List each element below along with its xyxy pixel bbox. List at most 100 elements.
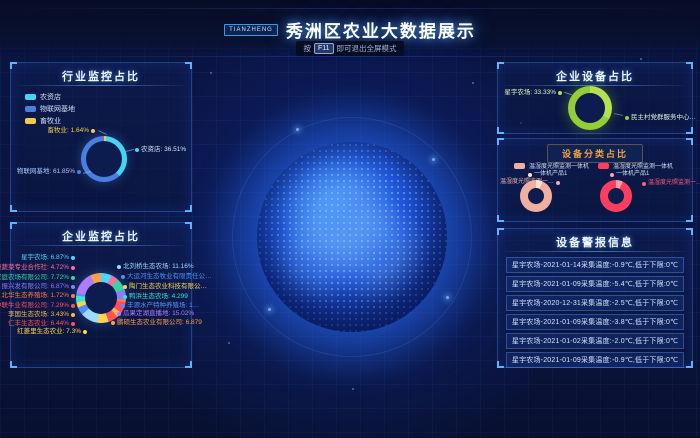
- globe-spark-dot: [296, 128, 299, 131]
- label-marker-dot: [123, 295, 127, 299]
- device-side-label: 温湿度光照监测一…: [642, 179, 700, 188]
- label-marker-dot: [77, 170, 81, 174]
- alarm-row: 星宇农场-2021-01-09采集温度:-0.9℃,低于下限:0℃: [506, 352, 684, 368]
- panel-industry-monitoring: 行业监控占比 农资店 物联网基地 畜牧业 畜牧业: 1.64% 农资店: 36.…: [10, 62, 192, 212]
- chart-label: 北华生态养殖场: 1.72%: [13, 291, 75, 300]
- label-marker-dot: [528, 173, 532, 177]
- alarm-row: 星宇农场-2020-12-31采集温度:-2.5℃,低于下限:0℃: [506, 295, 684, 311]
- title-underline: [505, 251, 685, 252]
- label-marker-dot: [135, 148, 139, 152]
- label-marker-dot: [558, 91, 562, 95]
- chart-label: 民主村党群服务中心…: [625, 113, 696, 122]
- legend-item: 温湿度光照监测一体机: [598, 161, 673, 170]
- globe-visualization: [257, 142, 447, 332]
- device-class-donut-red[interactable]: [600, 180, 632, 212]
- legend-swatch: [598, 163, 609, 169]
- legend-label: 畜牧业: [40, 116, 61, 126]
- label-marker-dot: [642, 182, 646, 186]
- chart-label-livestock: 畜牧业: 1.64%: [25, 126, 95, 135]
- alarm-row: 星宇农场-2021-01-09采集温度:-3.8℃,低于下限:0℃: [506, 314, 684, 330]
- alarm-row: 星宇农场-2021-01-09采集温度:-5.4℃,低于下限:0℃: [506, 276, 684, 292]
- alarm-row: 星宇农场-2021-01-02采集温度:-2.0℃,低于下限:0℃: [506, 333, 684, 349]
- label-marker-dot: [71, 266, 75, 270]
- hint-suffix: 即可退出全屏模式: [337, 43, 397, 54]
- label-marker-dot: [111, 321, 115, 325]
- chart-label: 李国生态农场: 3.43%: [13, 310, 75, 319]
- legend-label: 农资店: [40, 92, 61, 102]
- label-marker-dot: [71, 322, 75, 326]
- panel-title: 行业监控占比: [11, 68, 191, 84]
- legend-label: 物联网基地: [40, 104, 75, 114]
- label-marker-dot: [117, 312, 121, 316]
- panel-equipment-ratio: 企业设备占比 星宇农场: 33.33% 民主村党群服务中心…: [497, 62, 693, 134]
- chart-label: 北刘桥生态农场: 11.16%: [117, 262, 194, 271]
- panel-device-alarms: 设备警报信息 星宇农场-2021-01-14采集温度:-0.9℃,低于下限:0℃…: [497, 228, 693, 368]
- label-marker-dot: [121, 304, 125, 308]
- label-marker-dot: [71, 313, 75, 317]
- bg-star: [228, 342, 230, 344]
- legend-item: 畜牧业: [25, 116, 61, 126]
- label-marker-dot: [123, 285, 127, 289]
- chart-label: 红菱里生态农业: 7.3%: [13, 327, 87, 336]
- globe-spark-dot: [268, 308, 271, 311]
- label-marker-dot: [121, 275, 125, 279]
- globe-spark-dot: [446, 296, 449, 299]
- chart-label: 新塍蔬菜专业合作社: 4.72%: [13, 263, 75, 272]
- label-marker-dot: [625, 116, 629, 120]
- equipment-donut-chart[interactable]: [568, 86, 612, 130]
- leader-line: [564, 92, 572, 95]
- label-marker-dot: [117, 265, 121, 269]
- panel-title: 企业设备占比: [498, 68, 692, 84]
- fullscreen-hint: 按 F11 即可退出全屏模式: [0, 41, 700, 56]
- chart-label-iot-base: 物联网基地: 61.85%: [15, 167, 81, 176]
- label-marker-dot: [83, 330, 87, 334]
- header-accent-line: [0, 8, 700, 9]
- chart-label-farm-store: 农资店: 36.51%: [135, 145, 186, 154]
- chart-label: 瓜果定湖直播地: 15.02%: [117, 309, 194, 318]
- legend-swatch: [25, 106, 36, 112]
- panel-title: 企业监控占比: [11, 228, 191, 244]
- chart-label: 振兴发有限公司: 6.87%: [13, 282, 75, 291]
- device-sub-label: 一体机产品1: [610, 170, 649, 179]
- header: TIANZHENG 秀洲区农业大数据展示: [0, 17, 700, 42]
- legend-item: 农资店: [25, 92, 61, 102]
- leader-line: [614, 113, 623, 116]
- chart-label: 鹏硕生态农业有限公司: 6.879: [111, 318, 202, 327]
- title-underline: [18, 245, 184, 246]
- hint-prefix: 按: [303, 43, 311, 54]
- label-marker-dot: [71, 304, 75, 308]
- label-marker-dot: [71, 294, 75, 298]
- globe-spark-dot: [432, 158, 435, 161]
- f11-keycap: F11: [314, 43, 334, 54]
- legend-swatch: [25, 94, 36, 100]
- bg-star: [472, 82, 474, 84]
- panel-title: 设备警报信息: [498, 234, 692, 250]
- panel-enterprise-monitoring: 企业监控占比 星宇农场: 6.87% 新塍蔬菜专业合作社: 4.72% 家庭农场…: [10, 222, 192, 368]
- chart-label: 大运河生态牧业有限责任公…: [121, 272, 212, 281]
- chart-label: 星宇农场: 6.87%: [13, 253, 75, 262]
- label-marker-dot: [71, 256, 75, 260]
- alarm-row: 星宇农场-2021-01-14采集温度:-0.9℃,低于下限:0℃: [506, 257, 684, 273]
- label-marker-dot: [71, 276, 75, 280]
- chart-label: 陶门生态农业科技有限公…: [123, 282, 207, 291]
- legend-swatch: [25, 118, 36, 124]
- chart-label: 家庭农场有限公司: 7.72%: [13, 273, 75, 282]
- logo-badge: TIANZHENG: [224, 24, 278, 36]
- page-title: 秀洲区农业大数据展示: [286, 17, 476, 42]
- chart-label: 鸭浜生态农场: 4.299: [123, 292, 188, 301]
- device-class-donut-pink[interactable]: [520, 180, 552, 212]
- chart-label: 中联牛业有限公司: 7.29%: [13, 301, 75, 310]
- industry-donut-chart[interactable]: [81, 136, 127, 182]
- bg-star: [640, 58, 642, 60]
- label-marker-dot: [610, 173, 614, 177]
- title-underline: [18, 85, 184, 86]
- dashboard-stage: TIANZHENG 秀洲区农业大数据展示 按 F11 即可退出全屏模式 行业监控…: [0, 0, 700, 438]
- leader-line: [98, 130, 107, 135]
- chart-label: 星宇农场: 33.33%: [502, 88, 562, 97]
- bg-star: [210, 72, 212, 74]
- legend-item: 物联网基地: [25, 104, 75, 114]
- header-accent-line: [0, 56, 700, 57]
- label-marker-dot: [71, 285, 75, 289]
- legend-swatch: [514, 163, 525, 169]
- label-marker-dot: [91, 129, 95, 133]
